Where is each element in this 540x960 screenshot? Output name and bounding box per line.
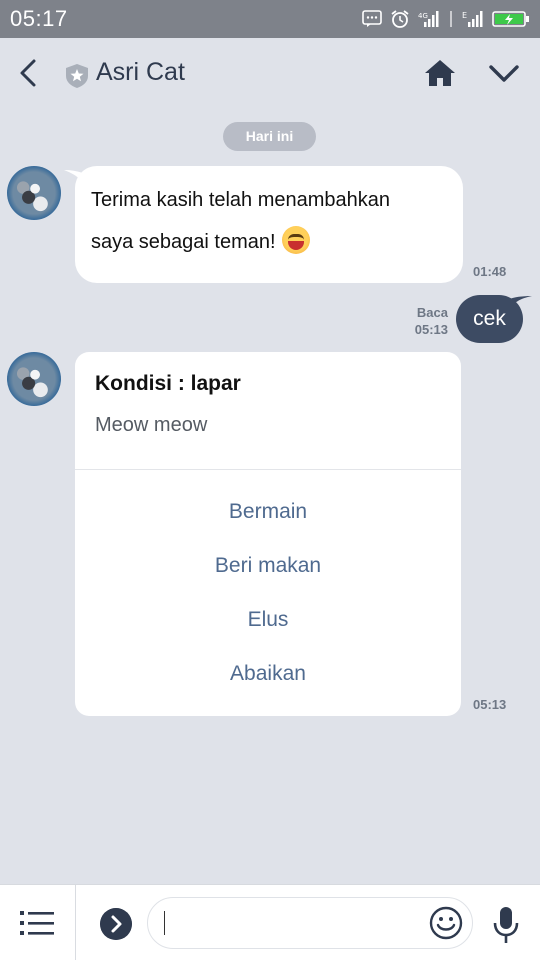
chevron-down-icon[interactable] [488, 62, 520, 86]
status-bar: 05:17 4G E [0, 0, 540, 38]
message-timestamp: 05:13 [414, 322, 448, 337]
message-input[interactable] [147, 897, 473, 949]
bot-card-message: Kondisi : lapar Meow meow Bermain Beri m… [75, 352, 461, 716]
action-button-bermain[interactable]: Bermain [75, 491, 461, 533]
read-label: Baca [416, 305, 448, 320]
message-timestamp: 05:13 [473, 697, 507, 712]
message-text-line1: Terima kasih telah menambahkan [91, 189, 391, 211]
avatar[interactable] [7, 352, 61, 406]
signal-4g-icon: 4G [418, 11, 439, 27]
svg-text:4G: 4G [418, 12, 428, 20]
message-notification-icon [362, 10, 382, 27]
divider [75, 885, 76, 960]
date-separator: Hari ini [223, 122, 316, 151]
svg-text:E: E [462, 11, 467, 20]
card-text: Meow meow [95, 414, 208, 436]
chat-header: Asri Cat [0, 38, 540, 110]
status-time: 05:17 [10, 6, 68, 31]
text-caret [164, 911, 165, 935]
data-arrows-icon [450, 11, 452, 27]
outgoing-message-bubble: cek [456, 295, 523, 343]
microphone-icon[interactable] [492, 905, 520, 945]
battery-charging-icon [492, 11, 529, 27]
status-icons: 4G E [362, 8, 530, 30]
expand-arrow-icon[interactable] [100, 908, 132, 940]
chat-title: Asri Cat [96, 58, 185, 86]
divider [75, 469, 461, 470]
menu-list-icon[interactable] [20, 909, 54, 937]
read-receipt: Baca 05:13 [404, 304, 448, 338]
message-text-line2: saya sebagai teman! [91, 231, 276, 253]
signal-e-icon: E [462, 11, 483, 27]
emoji-icon[interactable] [428, 905, 464, 941]
official-shield-icon [66, 64, 88, 88]
alarm-icon [391, 10, 409, 28]
action-button-elus[interactable]: Elus [75, 599, 461, 641]
incoming-message-bubble: Terima kasih telah menambahkan saya seba… [75, 166, 463, 283]
action-button-abaikan[interactable]: Abaikan [75, 653, 461, 695]
action-button-beri-makan[interactable]: Beri makan [75, 545, 461, 587]
back-arrow-icon[interactable] [14, 58, 44, 88]
message-input-bar [0, 884, 540, 960]
home-icon[interactable] [424, 58, 456, 88]
message-timestamp: 01:48 [473, 264, 507, 279]
grinning-tongue-emoji-icon [281, 225, 310, 254]
avatar[interactable] [7, 166, 61, 220]
card-title: Kondisi : lapar [95, 372, 241, 395]
message-text-line2-wrap: saya sebagai teman! [91, 221, 447, 263]
